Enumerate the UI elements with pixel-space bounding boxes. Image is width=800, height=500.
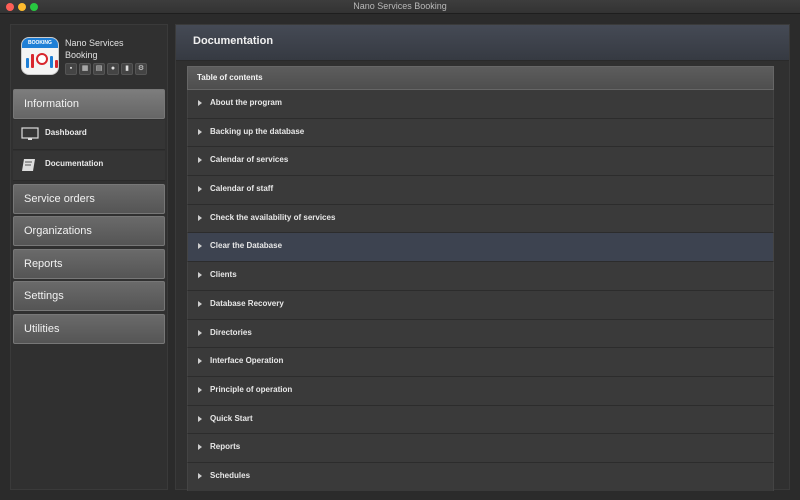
toc-item-label: Calendar of staff [210, 184, 274, 194]
nav-utilities[interactable]: Utilities [13, 314, 165, 344]
app-logo-header: BOOKING [22, 38, 58, 48]
toc-item-label: Reports [210, 442, 241, 452]
disclosure-arrow-icon[interactable] [198, 329, 202, 336]
app-name: Nano Services Booking [65, 38, 124, 60]
toc-item-label: Backing up the database [210, 126, 305, 136]
toc-item-label: Quick Start [210, 413, 253, 423]
window-title: Nano Services Booking [353, 1, 447, 11]
nav-service-orders-label: Service orders [24, 193, 95, 205]
toc-item-label: Calendar of services [210, 155, 289, 165]
nav-organizations-label: Organizations [24, 225, 92, 237]
toc-item-label: Check the availability of services [210, 212, 336, 222]
toc-item[interactable]: Calendar of services [187, 147, 774, 177]
toc-item[interactable]: Quick Start [187, 405, 774, 435]
disclosure-arrow-icon[interactable] [198, 214, 202, 221]
calendar-icon[interactable]: ▦ [79, 63, 91, 75]
nav-service-orders[interactable]: Service orders [13, 184, 165, 214]
disclosure-arrow-icon[interactable] [198, 100, 202, 106]
toc-item[interactable]: Calendar of staff [187, 176, 774, 205]
toc-item[interactable]: Database Recovery [187, 290, 774, 320]
page-title: Documentation [193, 35, 274, 47]
main-panel: Documentation Table of contents About th… [175, 24, 790, 491]
toc-header: Table of contents [187, 66, 774, 90]
disclosure-arrow-icon[interactable] [198, 157, 202, 164]
monitor-icon [21, 127, 39, 141]
app-logo-block: BOOKING Nano Services Booking ▪ ▦ ▤ ● ▮ … [21, 35, 161, 83]
window-titlebar: Nano Services Booking [0, 0, 800, 14]
toc-item[interactable]: Backing up the database [187, 118, 774, 148]
toc-item-label: Clear the Database [210, 241, 283, 251]
nav-information-label: Information [24, 98, 80, 110]
toc-item[interactable]: Interface Operation [187, 348, 774, 377]
nav-information[interactable]: Information [13, 89, 165, 119]
disclosure-arrow-icon[interactable] [198, 300, 202, 307]
gears-icon[interactable]: ⚙ [135, 63, 147, 75]
disclosure-arrow-icon[interactable] [198, 186, 202, 193]
toc-item[interactable]: Check the availability of services [187, 204, 774, 234]
sub-item-dashboard-label: Dashboard [45, 128, 87, 137]
toc-item-label: Principle of operation [210, 384, 293, 394]
clock-ring-icon [36, 53, 48, 65]
disclosure-arrow-icon[interactable] [198, 243, 202, 250]
nav-organizations[interactable]: Organizations [13, 216, 165, 246]
sub-item-documentation[interactable]: Documentation [13, 151, 165, 181]
toc-item[interactable]: Directories [187, 319, 774, 349]
sidebar: BOOKING Nano Services Booking ▪ ▦ ▤ ● ▮ … [10, 24, 168, 490]
nav-reports-label: Reports [24, 258, 63, 270]
toc-item-label: About the program [210, 98, 282, 107]
toc-item[interactable]: Principle of operation [187, 376, 774, 406]
main-header: Documentation [176, 25, 789, 61]
disclosure-arrow-icon[interactable] [198, 128, 202, 135]
calendar-grid-icon[interactable]: ▤ [93, 63, 105, 75]
nav-reports[interactable]: Reports [13, 249, 165, 279]
toc-item[interactable]: Clear the Database [187, 233, 774, 263]
nav-settings-label: Settings [24, 290, 64, 302]
table-of-contents: Table of contents About the program Backi… [187, 66, 774, 491]
toc-item-label: Clients [210, 270, 237, 280]
toc-item-label: Interface Operation [210, 356, 284, 366]
toc-item-label: Directories [210, 327, 252, 337]
person-icon[interactable]: ● [107, 63, 119, 75]
quick-icons-bar: ▪ ▦ ▤ ● ▮ ⚙ [65, 63, 147, 75]
toc-item[interactable]: Clients [187, 262, 774, 291]
disclosure-arrow-icon[interactable] [198, 472, 202, 479]
sub-item-documentation-label: Documentation [45, 159, 104, 168]
briefcase-icon[interactable]: ▪ [65, 63, 77, 75]
book-icon[interactable]: ▮ [121, 63, 133, 75]
sub-item-dashboard[interactable]: Dashboard [13, 120, 165, 150]
toc-list: About the program Backing up the database… [187, 90, 774, 491]
book-icon [21, 158, 39, 172]
disclosure-arrow-icon[interactable] [198, 358, 202, 365]
toc-item[interactable]: Reports [187, 434, 774, 463]
toc-item[interactable]: Schedules [187, 462, 774, 491]
disclosure-arrow-icon[interactable] [198, 386, 202, 393]
app-logo-icon: BOOKING [21, 37, 59, 75]
nav-utilities-label: Utilities [24, 323, 60, 335]
nav-settings[interactable]: Settings [13, 281, 165, 311]
toc-item[interactable]: About the program [187, 90, 774, 119]
disclosure-arrow-icon[interactable] [198, 444, 202, 451]
disclosure-arrow-icon[interactable] [198, 272, 202, 279]
disclosure-arrow-icon[interactable] [198, 415, 202, 422]
toc-item-label: Database Recovery [210, 298, 284, 308]
toc-item-label: Schedules [210, 470, 251, 480]
